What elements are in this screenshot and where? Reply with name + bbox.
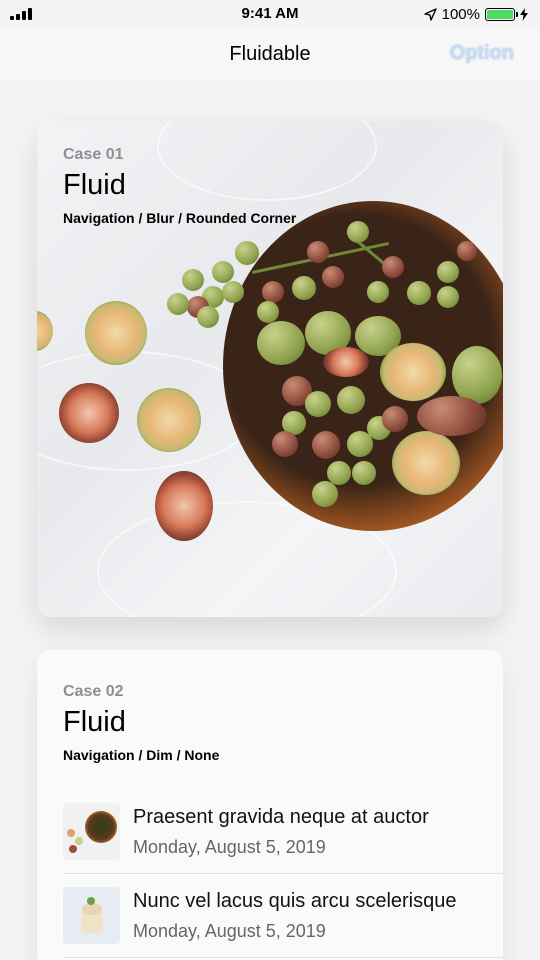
case-01-label: Case 01	[63, 146, 124, 163]
case-02-subtitle: Navigation / Dim / None	[63, 747, 220, 763]
case-01-title: Fluid	[63, 169, 126, 201]
case-01-subtitle: Navigation / Blur / Rounded Corner	[63, 210, 297, 226]
case-02-title: Fluid	[63, 706, 126, 738]
status-time: 9:41 AM	[241, 5, 299, 22]
list-item[interactable]: Nunc vel lacus quis arcu scelerisque Mon…	[63, 874, 503, 958]
list-item-date: Monday, August 5, 2019	[133, 920, 326, 941]
battery-icon	[485, 7, 518, 21]
option-button[interactable]: Option	[450, 42, 514, 65]
case-02-card[interactable]: Case 02 Fluid Navigation / Dim / None Pr…	[37, 650, 503, 960]
status-bar: 9:41 AM 100%	[0, 0, 540, 28]
battery-fill	[487, 9, 513, 19]
list-item-title: Nunc vel lacus quis arcu scelerisque	[133, 889, 457, 912]
list-item-text: Praesent gravida neque at auctor Monday,…	[133, 806, 503, 858]
list-item-text: Nunc vel lacus quis arcu scelerisque Mon…	[133, 890, 503, 942]
list-item-title: Praesent gravida neque at auctor	[133, 805, 429, 828]
list-item-date: Monday, August 5, 2019	[133, 836, 326, 857]
case-02-label: Case 02	[63, 683, 124, 700]
nav-title: Fluidable	[229, 43, 311, 65]
list-thumbnail	[63, 803, 120, 860]
navigation-bar: Fluidable Option	[0, 28, 540, 82]
list-item[interactable]: Praesent gravida neque at auctor Monday,…	[63, 790, 503, 874]
article-list: Praesent gravida neque at auctor Monday,…	[63, 790, 503, 958]
list-thumbnail	[63, 887, 120, 944]
case-01-card[interactable]: Case 01 Fluid Navigation / Blur / Rounde…	[37, 121, 503, 617]
